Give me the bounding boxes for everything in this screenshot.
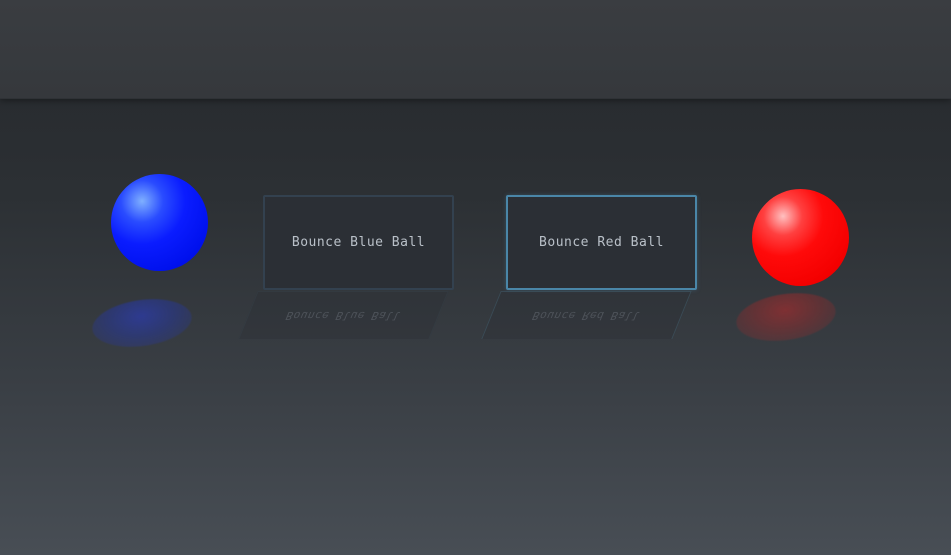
red-ball-reflection [733, 287, 839, 347]
blue-ball [111, 174, 208, 271]
bounce-blue-ball-reflection-label: Bounce Blue Ball [283, 309, 403, 322]
bounce-blue-ball-button-reflection: Bounce Blue Ball [238, 291, 449, 339]
stage: Bounce Blue Ball Bounce Blue Ball Bounce… [0, 98, 951, 555]
bounce-red-ball-label: Bounce Red Ball [539, 235, 664, 250]
bounce-red-ball-button[interactable]: Bounce Red Ball [506, 195, 697, 290]
red-ball [752, 189, 849, 286]
bounce-blue-ball-button[interactable]: Bounce Blue Ball [263, 195, 454, 290]
bounce-blue-ball-label: Bounce Blue Ball [291, 235, 426, 250]
bounce-red-ball-button-reflection: Bounce Red Ball [481, 291, 692, 339]
bounce-red-ball-reflection-label: Bounce Red Ball [530, 309, 643, 322]
top-band [0, 0, 951, 99]
blue-ball-reflection [89, 293, 195, 353]
